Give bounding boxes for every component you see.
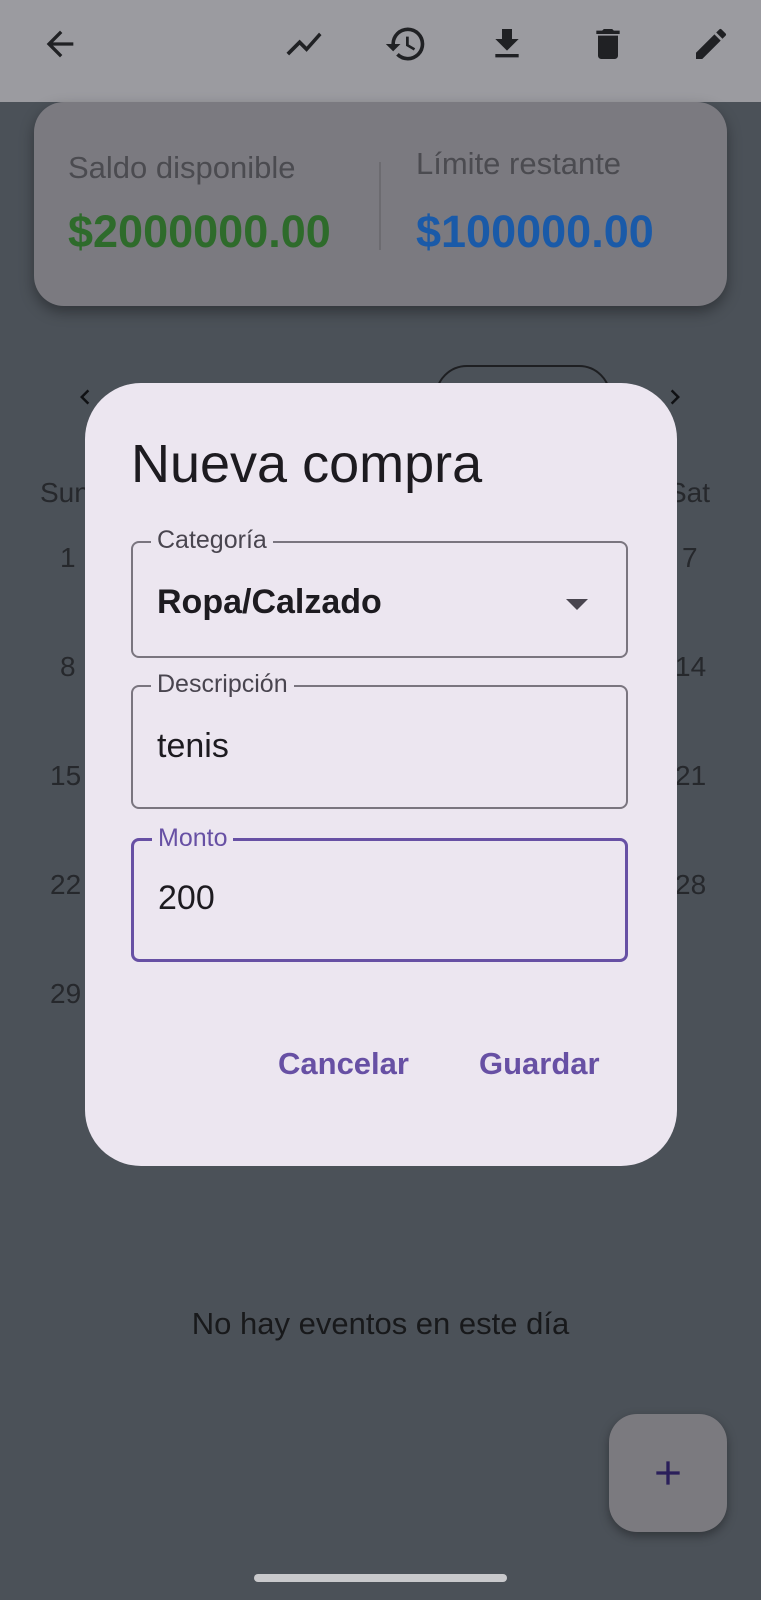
add-button[interactable] — [609, 1414, 727, 1532]
calendar-day[interactable]: 15 — [50, 760, 81, 792]
calendar-day[interactable]: 1 — [60, 542, 76, 574]
category-value: Ropa/Calzado — [157, 583, 382, 621]
trending-up-icon[interactable] — [280, 20, 328, 68]
weekday-sunday: Sun — [40, 477, 90, 508]
calendar-day[interactable]: 14 — [675, 651, 706, 683]
category-dropdown[interactable]: Categoría Ropa/Calzado — [131, 525, 628, 658]
new-purchase-dialog: Nueva compra Categoría Ropa/Calzado Desc… — [85, 383, 677, 1166]
history-icon[interactable] — [382, 20, 430, 68]
edit-icon[interactable] — [687, 20, 735, 68]
remaining-limit-label: Límite restante — [416, 146, 622, 181]
calendar-day[interactable]: 21 — [675, 760, 706, 792]
description-field[interactable]: Descripción tenis — [131, 669, 628, 809]
home-indicator[interactable] — [254, 1574, 507, 1582]
dialog-title: Nueva compra — [131, 434, 483, 494]
calendar-day[interactable]: 28 — [675, 869, 706, 901]
amount-field[interactable]: Monto 200 — [131, 823, 628, 962]
plus-icon — [656, 1461, 680, 1485]
description-label: Descripción — [151, 669, 294, 699]
app-bar — [0, 0, 761, 102]
available-balance-value: $2000000.00 — [68, 206, 331, 257]
dropdown-arrow-icon — [566, 599, 588, 610]
delete-icon[interactable] — [584, 20, 632, 68]
description-value: tenis — [157, 727, 229, 765]
amount-value: 200 — [158, 879, 215, 917]
save-button[interactable]: Guardar — [479, 1046, 600, 1082]
calendar-day[interactable]: 29 — [50, 978, 81, 1010]
cancel-button[interactable]: Cancelar — [278, 1046, 409, 1082]
calendar-day[interactable]: 7 — [682, 542, 698, 574]
remaining-limit-value: $100000.00 — [416, 206, 654, 257]
no-events-message: No hay eventos en este día — [191, 1306, 570, 1341]
amount-label: Monto — [152, 823, 234, 853]
balance-card: Saldo disponible $2000000.00 Límite rest… — [34, 102, 727, 306]
back-arrow-icon[interactable] — [36, 20, 84, 68]
calendar-day[interactable]: 8 — [60, 651, 76, 683]
category-label: Categoría — [151, 525, 273, 555]
balance-divider — [379, 162, 381, 250]
available-balance-label: Saldo disponible — [68, 150, 296, 185]
calendar-day[interactable]: 22 — [50, 869, 81, 901]
download-icon[interactable] — [483, 20, 531, 68]
